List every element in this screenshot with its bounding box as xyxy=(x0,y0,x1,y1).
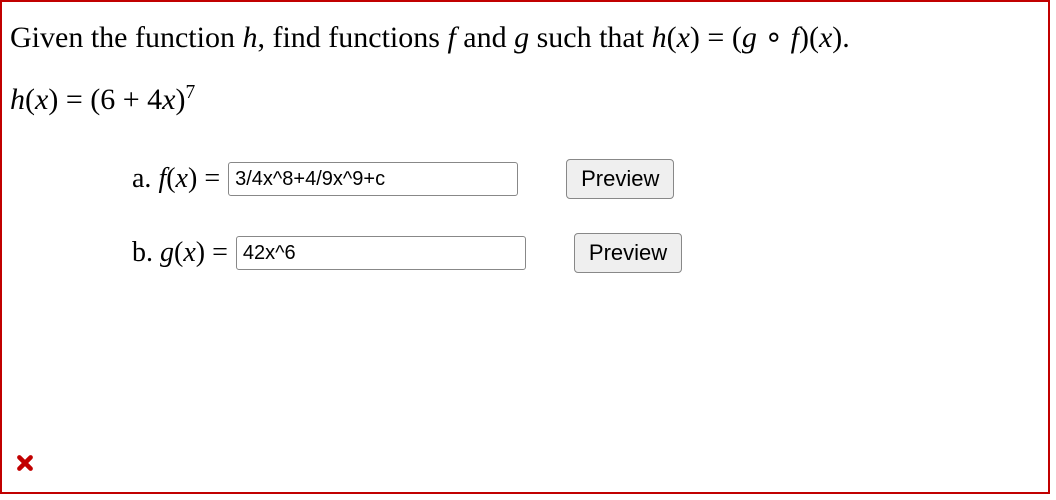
lparen: ( xyxy=(25,83,35,116)
incorrect-icon xyxy=(16,454,34,472)
preview-button-b[interactable]: Preview xyxy=(574,233,682,273)
label-a-prefix: a. xyxy=(132,163,158,194)
equation-body: = (6 + 4 xyxy=(58,83,162,116)
answer-label-b: b. g(x) = xyxy=(132,237,228,269)
function-h: h xyxy=(652,21,667,54)
preview-button-a[interactable]: Preview xyxy=(566,159,674,199)
function-f: f xyxy=(447,21,455,54)
lparen: ( xyxy=(174,237,183,268)
answer-input-a[interactable] xyxy=(228,162,518,196)
rparen: )( xyxy=(799,21,819,54)
function-h: h xyxy=(10,83,25,116)
answer-row-a: a. f(x) = Preview xyxy=(132,159,1048,199)
equals-text: = ( xyxy=(700,21,742,54)
variable-x: x xyxy=(183,237,195,268)
answers-block: a. f(x) = Preview b. g(x) = Preview xyxy=(2,159,1048,273)
rparen: ) xyxy=(188,163,197,194)
variable-x: x xyxy=(176,163,188,194)
equals: = xyxy=(205,237,228,268)
compose-symbol: ∘ xyxy=(757,21,791,54)
variable-x: x xyxy=(35,83,48,116)
rparen: ) xyxy=(48,83,58,116)
function-g: g xyxy=(514,21,529,54)
function-g: g xyxy=(160,237,174,268)
lparen: ( xyxy=(166,163,175,194)
variable-x: x xyxy=(677,21,690,54)
function-h: h xyxy=(242,21,257,54)
function-f: f xyxy=(791,21,799,54)
answer-row-b: b. g(x) = Preview xyxy=(132,233,1048,273)
answer-input-b[interactable] xyxy=(236,236,526,270)
prompt-text: such that xyxy=(529,21,651,54)
prompt-text: , find functions xyxy=(257,21,447,54)
label-b-prefix: b. xyxy=(132,237,160,268)
rparen: ) xyxy=(175,83,185,116)
given-equation: h(x) = (6 + 4x)7 xyxy=(2,55,1048,117)
answer-label-a: a. f(x) = xyxy=(132,163,220,195)
rparen: ) xyxy=(690,21,700,54)
question-prompt: Given the function h, find functions f a… xyxy=(2,2,1048,55)
exponent: 7 xyxy=(185,82,195,103)
prompt-text: and xyxy=(456,21,514,54)
function-g: g xyxy=(742,21,757,54)
lparen: ( xyxy=(667,21,677,54)
rparen: ). xyxy=(832,21,850,54)
equals: = xyxy=(197,163,220,194)
variable-x: x xyxy=(819,21,832,54)
prompt-text: Given the function xyxy=(10,21,242,54)
question-container: Given the function h, find functions f a… xyxy=(0,0,1050,494)
variable-x: x xyxy=(162,83,175,116)
rparen: ) xyxy=(196,237,205,268)
